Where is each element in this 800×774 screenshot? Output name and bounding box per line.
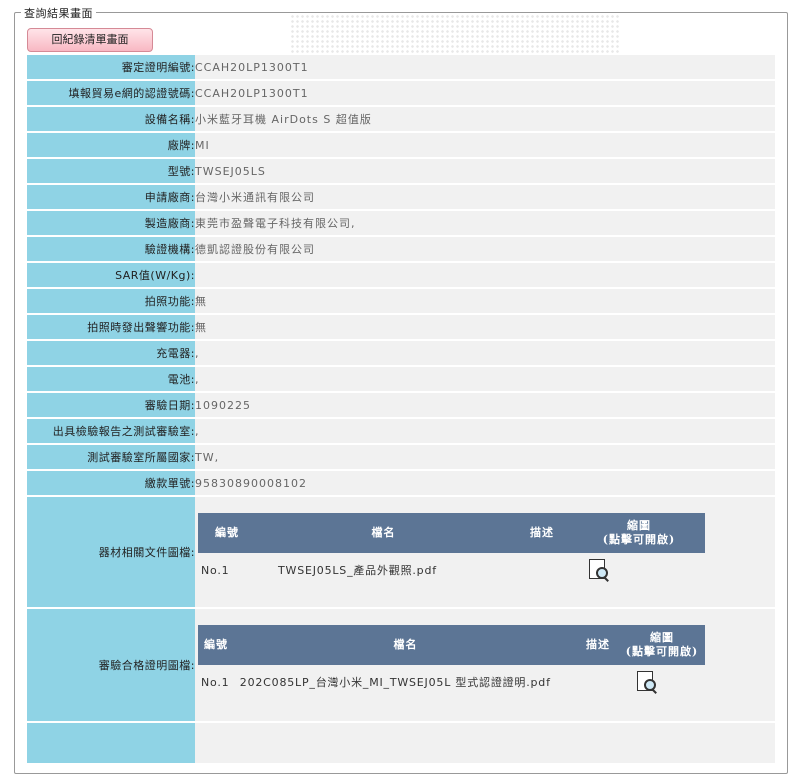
field-label: 拍照功能: [27, 289, 195, 313]
field-label: 設備名稱: [27, 107, 195, 131]
field-label: 審驗日期: [27, 393, 195, 417]
doc-desc [511, 553, 573, 587]
approval-docs-table: 編號 檔名 描述 縮圖 (點擊可開啟) No.1 202C085LP_台灣小米_… [198, 625, 705, 699]
field-value: , [195, 341, 775, 365]
field-label: 製造廠商: [27, 211, 195, 235]
field-value: , [195, 419, 775, 443]
field-value [195, 263, 775, 287]
col-desc-header: 描述 [577, 625, 619, 665]
next-row [27, 723, 775, 763]
detail-row: 拍照功能: 無 [27, 289, 775, 313]
field-value: MI [195, 133, 775, 157]
field-value: TWSEJ05LS [195, 159, 775, 183]
doc-no: No.1 [201, 676, 230, 689]
field-label: 測試審驗室所屬國家: [27, 445, 195, 469]
doc-filename: TWSEJ05LS_產品外觀照.pdf [256, 553, 511, 587]
detail-row: 拍照時發出聲響功能: 無 [27, 315, 775, 339]
detail-row: 審定證明編號: CCAH20LP1300T1 [27, 55, 775, 79]
document-magnifier-icon[interactable] [587, 559, 609, 582]
field-label: 充電器: [27, 341, 195, 365]
field-value: TW, [195, 445, 775, 469]
detail-row: 型號: TWSEJ05LS [27, 159, 775, 183]
col-thumb-header: 縮圖 (點擊可開啟) [619, 625, 705, 665]
col-filename-header: 檔名 [234, 625, 577, 665]
detail-row: 驗證機構: 德凱認證股份有限公司 [27, 237, 775, 261]
detail-row: 廠牌: MI [27, 133, 775, 157]
field-value: CCAH20LP1300T1 [195, 81, 775, 105]
equipment-docs-label: 器材相關文件圖檔: [27, 497, 195, 607]
detail-row: 設備名稱: 小米藍牙耳機 AirDots S 超值版 [27, 107, 775, 131]
detail-row: 測試審驗室所屬國家: TW, [27, 445, 775, 469]
field-label: 審定證明編號: [27, 55, 195, 79]
field-label: SAR值(W/Kg): [27, 263, 195, 287]
field-label: 電池: [27, 367, 195, 391]
section-legend: 查詢結果畫面 [21, 5, 96, 21]
field-value: 無 [195, 289, 775, 313]
approval-docs-row: 審驗合格證明圖檔: 編號 檔名 描述 縮圖 (點擊可開啟) No.1 202C0… [27, 609, 775, 721]
field-label: 申請廠商: [27, 185, 195, 209]
field-label: 廠牌: [27, 133, 195, 157]
field-value: 無 [195, 315, 775, 339]
field-value: 小米藍牙耳機 AirDots S 超值版 [195, 107, 775, 131]
back-to-list-button[interactable]: 回紀錄清單畫面 [27, 28, 153, 52]
doc-no: No.1 [198, 553, 256, 587]
field-value: 東莞市盈聲電子科技有限公司, [195, 211, 775, 235]
field-value: 德凱認證股份有限公司 [195, 237, 775, 261]
col-no-header: 編號 [198, 625, 234, 665]
field-value: CCAH20LP1300T1 [195, 55, 775, 79]
detail-row: 申請廠商: 台灣小米通訊有限公司 [27, 185, 775, 209]
field-label: 出具檢驗報告之測試審驗室: [27, 419, 195, 443]
col-filename-header: 檔名 [256, 513, 511, 553]
detail-row: 出具檢驗報告之測試審驗室:, [27, 419, 775, 443]
detail-row: SAR值(W/Kg): [27, 263, 775, 287]
detail-row: 製造廠商: 東莞市盈聲電子科技有限公司, [27, 211, 775, 235]
field-value: , [195, 367, 775, 391]
field-value: 台灣小米通訊有限公司 [195, 185, 775, 209]
equipment-docs-table: 編號 檔名 描述 縮圖 (點擊可開啟) No.1 TWSEJ05LS_產品外觀照… [198, 513, 705, 587]
equipment-docs-row: 器材相關文件圖檔: 編號 檔名 描述 縮圖 (點擊可開啟) No.1 TWSEJ… [27, 497, 775, 607]
detail-row: 電池:, [27, 367, 775, 391]
field-label: 型號: [27, 159, 195, 183]
col-thumb-header: 縮圖 (點擊可開啟) [573, 513, 705, 553]
doc-row: No.1 202C085LP_台灣小米_MI_TWSEJ05L 型式認證證明.p… [198, 665, 705, 699]
detail-row: 審驗日期: 1090225 [27, 393, 775, 417]
col-no-header: 編號 [198, 513, 256, 553]
field-value: 95830890008102 [195, 471, 775, 495]
document-magnifier-icon[interactable] [635, 671, 657, 694]
approval-docs-label: 審驗合格證明圖檔: [27, 609, 195, 721]
detail-row: 繳款單號: 95830890008102 [27, 471, 775, 495]
detail-table: 審定證明編號: CCAH20LP1300T1 填報貿易e網的認證號碼: CCAH20L… [27, 53, 775, 765]
col-desc-header: 描述 [511, 513, 573, 553]
doc-row: No.1 TWSEJ05LS_產品外觀照.pdf [198, 553, 705, 587]
doc-filename: 202C085LP_台灣小米_MI_TWSEJ05L 型式認證證明.pdf [239, 676, 551, 689]
field-label: 填報貿易e網的認證號碼: [27, 81, 195, 105]
detail-row: 充電器:, [27, 341, 775, 365]
field-label: 繳款單號: [27, 471, 195, 495]
field-value: 1090225 [195, 393, 775, 417]
field-label: 驗證機構: [27, 237, 195, 261]
field-label: 拍照時發出聲響功能: [27, 315, 195, 339]
detail-row: 填報貿易e網的認證號碼: CCAH20LP1300T1 [27, 81, 775, 105]
